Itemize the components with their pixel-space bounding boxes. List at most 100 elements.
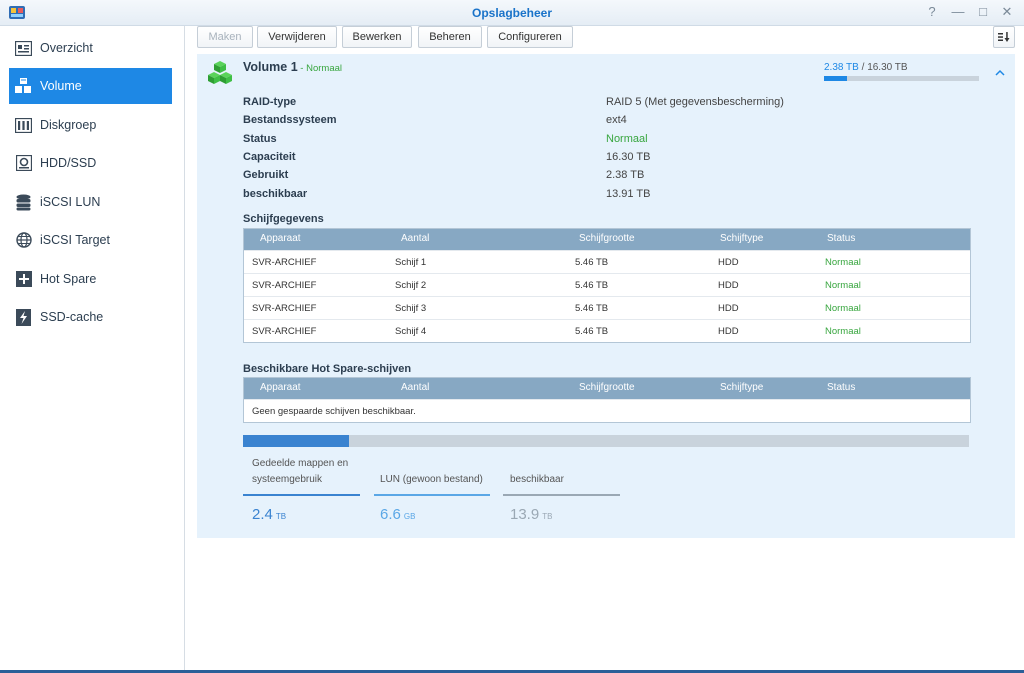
manage-button[interactable]: Beheren xyxy=(418,26,482,48)
column-header[interactable]: Apparaat xyxy=(260,233,301,244)
configure-button[interactable]: Configureren xyxy=(487,26,573,48)
create-button[interactable]: Maken xyxy=(197,26,253,48)
cell-status: Normaal xyxy=(825,257,861,268)
column-header[interactable]: Schijfgrootte xyxy=(579,233,635,244)
disk-info-title: Schijfgegevens xyxy=(243,213,324,225)
help-icon[interactable]: ? xyxy=(924,4,940,19)
maximize-icon[interactable]: □ xyxy=(975,4,991,19)
window-title: Opslagbeheer xyxy=(471,6,553,20)
sidebar-item-label: Overzicht xyxy=(40,41,93,55)
capacity-breakdown-fill xyxy=(243,435,349,447)
prop-status-value: Normaal xyxy=(606,133,648,145)
cell-status: Normaal xyxy=(825,280,861,291)
sidebar-item-hdd-ssd[interactable]: HDD/SSD xyxy=(9,145,172,181)
column-header[interactable]: Aantal xyxy=(401,233,429,244)
legend-value: 6.6 GB xyxy=(380,506,415,523)
sidebar-item-overview[interactable]: Overzicht xyxy=(9,30,172,66)
sidebar-item-hot-spare[interactable]: Hot Spare xyxy=(9,261,172,297)
legend-label: LUN (gewoon bestand) xyxy=(380,474,483,485)
sidebar-item-volume[interactable]: Volume xyxy=(9,68,172,104)
volume-panel: Volume 1 - Normaal 2.38 TB / 16.30 TB RA… xyxy=(197,54,1015,538)
prop-available-value: 13.91 TB xyxy=(606,188,651,200)
legend-available: beschikbaar xyxy=(510,472,564,488)
cell-type: HDD xyxy=(718,257,739,268)
legend-value-number: 13.9 xyxy=(510,506,540,523)
globe-icon xyxy=(15,232,32,249)
prop-available-label: beschikbaar xyxy=(243,188,308,200)
volume-status: Normaal xyxy=(306,63,343,74)
cell-status: Normaal xyxy=(825,303,861,314)
prop-raid-type-label: RAID-type xyxy=(243,96,297,108)
edit-button[interactable]: Bewerken xyxy=(342,26,412,48)
table-row[interactable]: SVR-ARCHIEF Schijf 2 5.46 TB HDD Normaal xyxy=(244,273,970,296)
column-header[interactable]: Schijfgrootte xyxy=(579,382,635,393)
prop-filesystem-value: ext4 xyxy=(606,114,627,126)
column-header[interactable]: Schijftype xyxy=(720,382,763,393)
cell-size: 5.46 TB xyxy=(575,326,609,337)
table-row[interactable]: SVR-ARCHIEF Schijf 3 5.46 TB HDD Normaal xyxy=(244,296,970,319)
usage-used: 2.38 TB xyxy=(824,62,859,73)
cell-type: HDD xyxy=(718,326,739,337)
legend-value-number: 2.4 xyxy=(252,506,273,523)
usage-bar xyxy=(824,76,979,81)
legend-label: beschikbaar xyxy=(510,474,564,485)
volume-icon xyxy=(15,78,32,95)
overview-icon xyxy=(15,40,32,57)
cell-number: Schijf 2 xyxy=(395,280,427,291)
legend-value-unit: TB xyxy=(275,512,287,521)
volume-name: Volume 1 xyxy=(243,60,298,74)
sidebar-item-iscsi-target[interactable]: iSCSI Target xyxy=(9,222,172,258)
table-row[interactable]: SVR-ARCHIEF Schijf 1 5.46 TB HDD Normaal xyxy=(244,250,970,273)
sidebar-item-ssd-cache[interactable]: SSD-cache xyxy=(9,299,172,335)
column-header[interactable]: Schijftype xyxy=(720,233,763,244)
legend-value: 2.4 TB xyxy=(252,506,286,523)
sidebar-item-label: Hot Spare xyxy=(40,272,97,286)
column-header[interactable]: Aantal xyxy=(401,382,429,393)
sidebar: Overzicht Volume Diskgroep HDD/SSD iSCSI… xyxy=(0,26,185,673)
cell-number: Schijf 1 xyxy=(395,257,427,268)
table-header: Apparaat Aantal Schijfgrootte Schijftype… xyxy=(244,229,970,250)
toolbar: Maken Verwijderen Bewerken Beheren Confi… xyxy=(197,26,1017,48)
legend-label: systeemgebruik xyxy=(252,474,323,485)
sidebar-item-iscsi-lun[interactable]: iSCSI LUN xyxy=(9,184,172,220)
prop-capacity-value: 16.30 TB xyxy=(606,151,651,163)
close-icon[interactable]: ✕ xyxy=(999,4,1015,20)
table-row[interactable]: SVR-ARCHIEF Schijf 4 5.46 TB HDD Normaal xyxy=(244,319,970,342)
cell-device: SVR-ARCHIEF xyxy=(252,280,317,291)
legend-value-number: 6.6 xyxy=(380,506,401,523)
sidebar-item-label: Diskgroep xyxy=(40,118,97,132)
remove-button[interactable]: Verwijderen xyxy=(257,26,337,48)
prop-filesystem-label: Bestandssysteem xyxy=(243,114,337,126)
sort-icon[interactable] xyxy=(993,26,1015,48)
usage-text: 2.38 TB / 16.30 TB xyxy=(824,62,908,73)
legend-shared-folders: Gedeelde mappen en systeemgebruik xyxy=(252,456,348,488)
usage-bar-fill xyxy=(824,76,847,81)
column-header[interactable]: Status xyxy=(827,233,855,244)
capacity-breakdown-bar xyxy=(243,435,969,447)
chevron-up-icon[interactable] xyxy=(993,66,1007,80)
legend-line xyxy=(374,494,490,496)
sidebar-item-label: SSD-cache xyxy=(40,310,104,324)
plus-box-icon xyxy=(15,271,32,288)
hot-spare-title: Beschikbare Hot Spare-schijven xyxy=(243,363,412,375)
empty-row: Geen gespaarde schijven beschikbaar. xyxy=(244,399,970,422)
legend-label: Gedeelde mappen en xyxy=(252,458,349,469)
usage-separator: / xyxy=(858,62,868,73)
diskgroup-icon xyxy=(15,117,32,134)
database-icon xyxy=(15,194,32,211)
cell-device: SVR-ARCHIEF xyxy=(252,257,317,268)
legend-line xyxy=(243,494,360,496)
sidebar-item-diskgroup[interactable]: Diskgroep xyxy=(9,107,172,143)
legend-value-unit: TB xyxy=(542,512,553,521)
minimize-icon[interactable]: — xyxy=(950,4,966,19)
column-header[interactable]: Apparaat xyxy=(260,382,301,393)
cell-number: Schijf 3 xyxy=(395,303,427,314)
volume-cubes-icon xyxy=(208,61,232,84)
prop-status-label: Status xyxy=(243,133,277,145)
cell-size: 5.46 TB xyxy=(575,257,609,268)
sidebar-item-label: iSCSI LUN xyxy=(40,195,101,209)
prop-used-label: Gebruikt xyxy=(243,169,289,181)
column-header[interactable]: Status xyxy=(827,382,855,393)
cell-size: 5.46 TB xyxy=(575,303,609,314)
title-bar: Opslagbeheer ? — □ ✕ xyxy=(0,0,1024,26)
